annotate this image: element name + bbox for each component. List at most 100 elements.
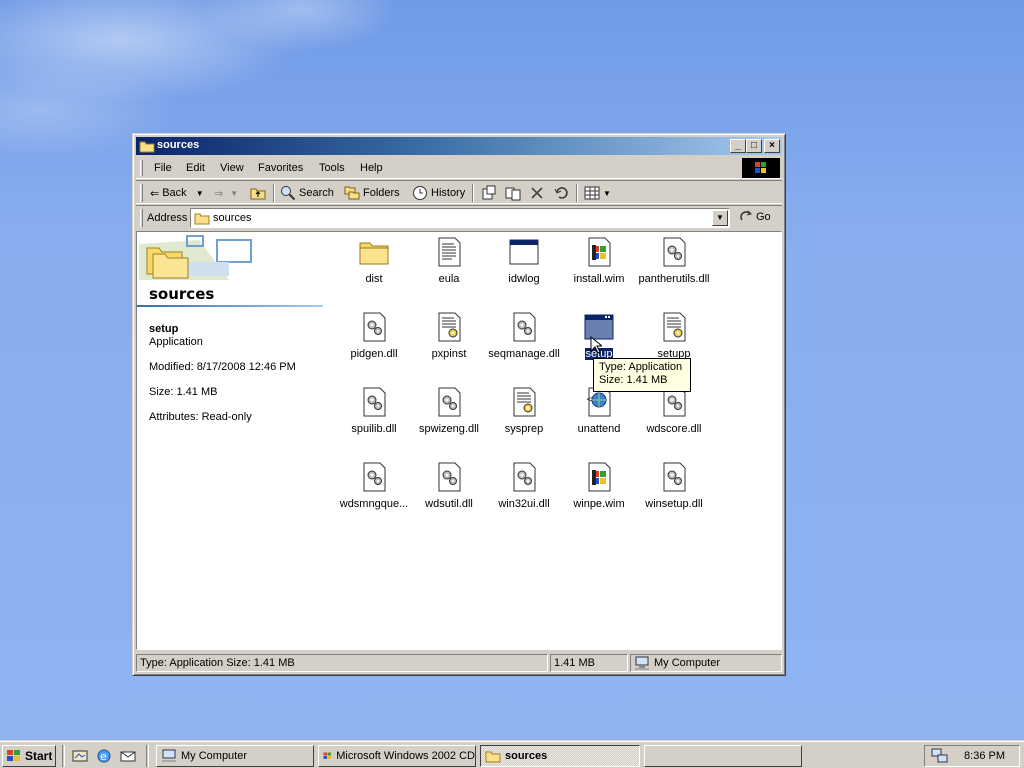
- dll-gear-icon: [358, 386, 390, 418]
- web-view-pane: sources setup Application Modified: 8/17…: [137, 232, 327, 649]
- task-my-computer[interactable]: My Computer: [156, 745, 314, 767]
- my-computer-icon: [162, 749, 176, 762]
- menu-favorites[interactable]: Favorites: [258, 162, 303, 174]
- folder-icon: [194, 213, 210, 225]
- search-button[interactable]: Search: [280, 183, 334, 203]
- toolbar-separator: [576, 184, 578, 202]
- dll-gear-icon: [508, 311, 540, 343]
- addressbar-grip[interactable]: [140, 209, 143, 227]
- address-value: sources: [213, 212, 252, 224]
- file-item[interactable]: idwlog: [484, 236, 564, 308]
- file-item[interactable]: install.wim: [559, 236, 639, 308]
- task-label: sources: [505, 750, 548, 762]
- back-dropdown-icon[interactable]: ▼: [196, 189, 204, 198]
- delete-button[interactable]: [530, 183, 544, 203]
- menu-edit[interactable]: Edit: [186, 162, 205, 174]
- address-dropdown-button[interactable]: ▼: [712, 210, 728, 226]
- file-item[interactable]: spuilib.dll: [334, 386, 414, 458]
- folders-button[interactable]: Folders: [344, 183, 400, 203]
- task-sources[interactable]: sources: [480, 745, 640, 767]
- title-bar[interactable]: sources _ □ ×: [136, 137, 782, 155]
- status-zone: My Computer: [630, 654, 782, 672]
- network-icon[interactable]: [931, 748, 949, 764]
- search-icon: [281, 186, 296, 201]
- file-name: pidgen.dll: [334, 348, 414, 360]
- selected-file-modified: Modified: 8/17/2008 12:46 PM: [149, 361, 296, 373]
- file-name: spwizeng.dll: [409, 423, 489, 435]
- forward-dropdown-icon: ▼: [230, 188, 239, 198]
- selected-file-name: setup: [149, 323, 179, 335]
- go-button[interactable]: Go: [740, 210, 771, 224]
- go-label: Go: [756, 211, 771, 223]
- maximize-button[interactable]: □: [746, 139, 762, 153]
- folder-icon: [358, 236, 390, 268]
- file-name-text: winsetup.dll: [645, 498, 703, 510]
- file-item[interactable]: dist: [334, 236, 414, 308]
- pane-folder-title: sources: [149, 285, 215, 303]
- file-name: seqmanage.dll: [484, 348, 564, 360]
- file-item[interactable]: wdsutil.dll: [409, 461, 489, 533]
- minimize-button[interactable]: _: [730, 139, 746, 153]
- file-name-text: win32ui.dll: [498, 498, 550, 510]
- forward-arrow-icon: ⇒: [214, 187, 224, 200]
- file-item[interactable]: < unattend: [559, 386, 639, 458]
- file-name: install.wim: [559, 273, 639, 285]
- file-name: winsetup.dll: [634, 498, 714, 510]
- delete-x-icon: [531, 187, 543, 199]
- show-desktop-icon[interactable]: [72, 748, 88, 764]
- file-item[interactable]: eula: [409, 236, 489, 308]
- file-item[interactable]: winpe.wim: [559, 461, 639, 533]
- file-item[interactable]: seqmanage.dll: [484, 311, 564, 383]
- menu-help[interactable]: Help: [360, 162, 383, 174]
- undo-icon: [554, 187, 568, 199]
- file-item[interactable]: pantherutils.dll: [634, 236, 714, 308]
- history-button[interactable]: History: [412, 183, 465, 203]
- file-item[interactable]: pxpinst: [409, 311, 489, 383]
- file-name-text: idwlog: [508, 273, 540, 285]
- file-item[interactable]: spwizeng.dll: [409, 386, 489, 458]
- file-item[interactable]: sysprep: [484, 386, 564, 458]
- outlook-express-icon[interactable]: [120, 748, 136, 764]
- dll-gear-icon: [358, 461, 390, 493]
- go-arrow-icon: [740, 210, 752, 221]
- file-item[interactable]: wdscore.dll: [634, 386, 714, 458]
- dll-gear-icon: [433, 461, 465, 493]
- up-folder-button[interactable]: [250, 183, 266, 203]
- menu-file[interactable]: File: [154, 162, 172, 174]
- file-item[interactable]: wdsmngque...: [334, 461, 414, 533]
- file-name-text: wdsmngque...: [339, 498, 409, 510]
- folder-view[interactable]: sources setup Application Modified: 8/17…: [136, 231, 782, 650]
- task-windows-cd[interactable]: Microsoft Windows 2002 CD: [318, 745, 476, 767]
- folders-label: Folders: [363, 187, 400, 199]
- back-label: Back: [162, 187, 187, 199]
- views-button[interactable]: ▼: [584, 183, 611, 203]
- menu-tools[interactable]: Tools: [319, 162, 345, 174]
- internet-explorer-icon[interactable]: e: [96, 748, 112, 764]
- task-label: My Computer: [181, 750, 248, 762]
- clock[interactable]: 8:36 PM: [964, 750, 1005, 762]
- forward-button[interactable]: ⇒ ▼: [214, 183, 238, 203]
- start-button[interactable]: Start: [2, 745, 56, 767]
- back-button[interactable]: ⇐ Back ▼: [150, 183, 204, 203]
- undo-button[interactable]: [554, 183, 570, 203]
- windows-file-icon: [583, 236, 615, 268]
- file-name-text: winpe.wim: [573, 498, 625, 510]
- text-document-icon: [433, 236, 465, 268]
- copy-to-button[interactable]: [505, 183, 521, 203]
- file-item[interactable]: win32ui.dll: [484, 461, 564, 533]
- toolbar-grip[interactable]: [140, 184, 143, 202]
- explorer-window[interactable]: sources _ □ × File Edit View Favorites T…: [132, 133, 786, 676]
- folders-icon: [344, 186, 360, 200]
- address-input[interactable]: sources ▼: [190, 208, 730, 228]
- windows-logo-icon: [742, 158, 780, 178]
- task-empty-slot[interactable]: [644, 745, 802, 767]
- file-name: dist: [334, 273, 414, 285]
- file-name-text: sysprep: [504, 423, 544, 435]
- menu-view[interactable]: View: [220, 162, 244, 174]
- menubar-grip[interactable]: [140, 160, 143, 176]
- file-item[interactable]: winsetup.dll: [634, 461, 714, 533]
- close-button[interactable]: ×: [764, 139, 780, 153]
- file-item[interactable]: pidgen.dll: [334, 311, 414, 383]
- move-to-button[interactable]: [481, 183, 497, 203]
- file-name-text: eula: [438, 273, 460, 285]
